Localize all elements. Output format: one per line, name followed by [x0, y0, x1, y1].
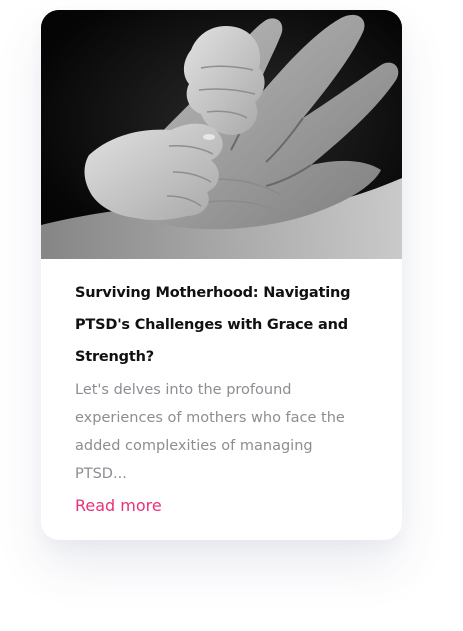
- post-excerpt-line: Let's delves into the profound: [75, 382, 292, 398]
- post-title[interactable]: Surviving Motherhood: Navigating PTSD's …: [75, 277, 375, 373]
- post-title-line: PTSD's Challenges with Grace and: [75, 317, 348, 333]
- post-title-line: Surviving Motherhood: Navigating: [75, 285, 351, 301]
- card-body: Surviving Motherhood: Navigating PTSD's …: [75, 277, 375, 515]
- post-thumbnail-image[interactable]: [41, 10, 402, 259]
- post-excerpt-line: added complexities of managing: [75, 438, 313, 454]
- post-title-line: Strength?: [75, 349, 154, 365]
- post-excerpt-line: experiences of mothers who face the: [75, 410, 345, 426]
- read-more-link[interactable]: Read more: [75, 496, 162, 515]
- blog-post-card: Surviving Motherhood: Navigating PTSD's …: [41, 10, 402, 540]
- post-excerpt-line: PTSD...: [75, 466, 127, 482]
- hands-photo-illustration: [41, 10, 402, 259]
- post-excerpt: Let's delves into the profound experienc…: [75, 376, 375, 488]
